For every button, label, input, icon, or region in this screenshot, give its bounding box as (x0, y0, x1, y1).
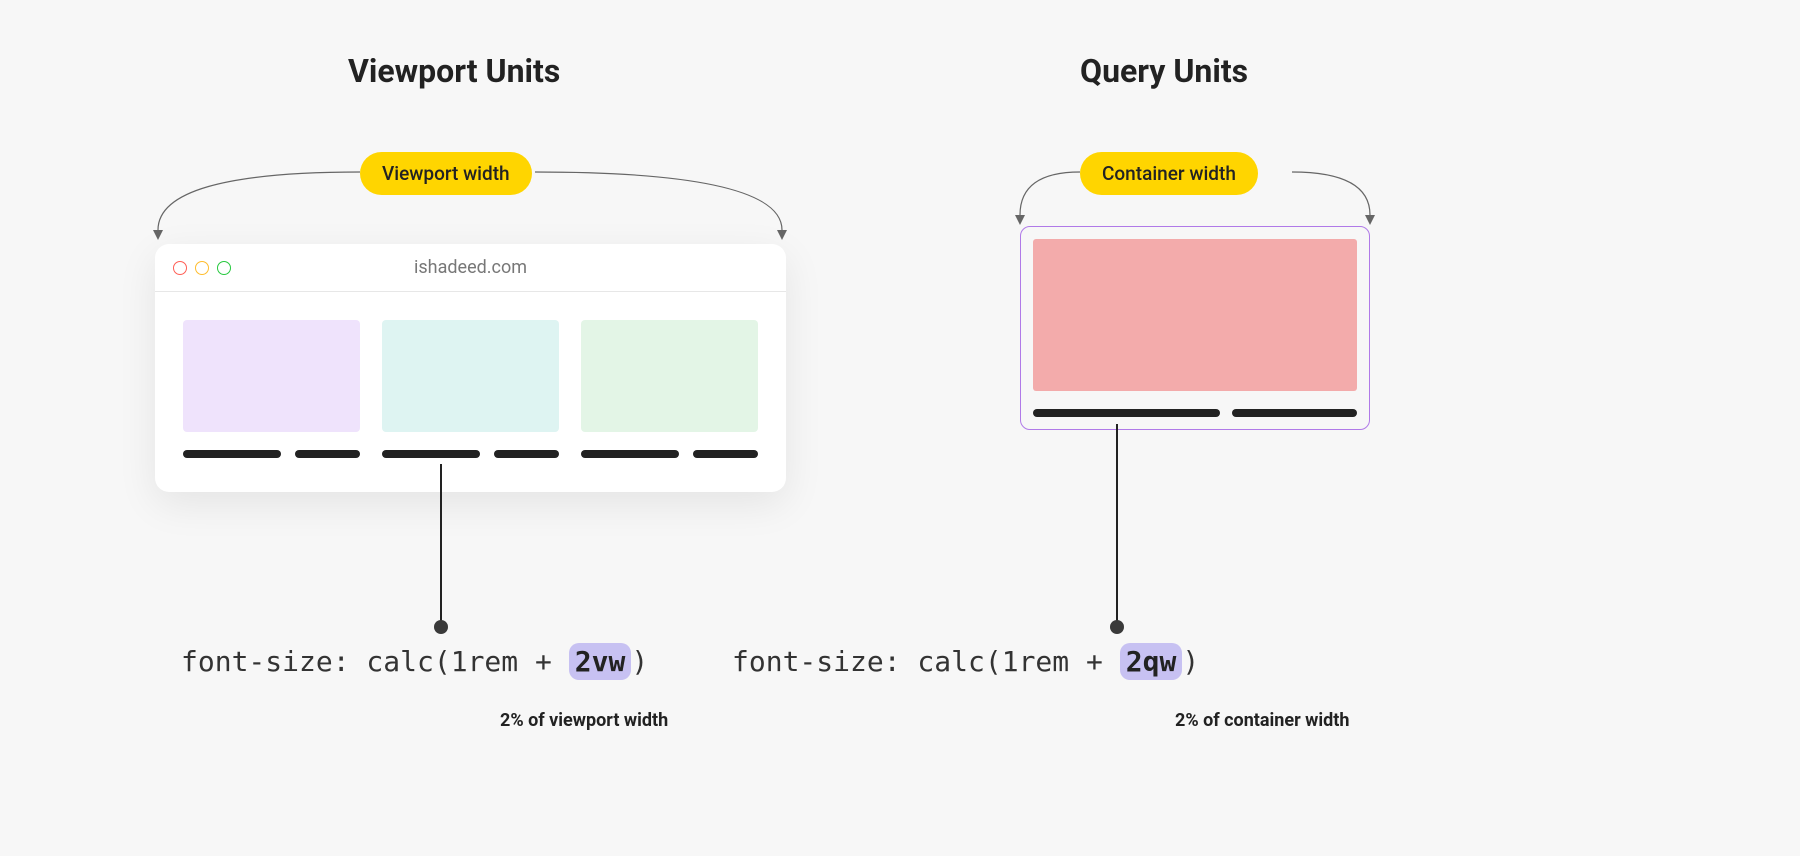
code-snippet-query: font-size: calc(1rem + 2qw) (732, 645, 1199, 678)
connector-dot-left (434, 620, 448, 634)
text-line (494, 450, 559, 458)
minimize-icon (195, 261, 209, 275)
code-before: font-size: calc(1rem + (181, 645, 569, 678)
card-lines (382, 450, 559, 458)
caption-query: 2% of container width (1175, 710, 1349, 731)
card-item (382, 320, 559, 458)
code-after: ) (631, 645, 648, 678)
query-units-title: Query Units (1080, 52, 1248, 90)
text-line (581, 450, 679, 458)
text-line (1033, 409, 1220, 417)
card-thumbnail (382, 320, 559, 432)
text-line (295, 450, 360, 458)
card-item (183, 320, 360, 458)
connector-dot-right (1110, 620, 1124, 634)
maximize-icon (217, 261, 231, 275)
code-highlight-vw: 2vw (569, 643, 632, 680)
card-row (155, 292, 786, 492)
code-highlight-qw: 2qw (1120, 643, 1183, 680)
traffic-lights (173, 261, 231, 275)
code-before: font-size: calc(1rem + (732, 645, 1120, 678)
code-snippet-viewport: font-size: calc(1rem + 2vw) (181, 645, 648, 678)
container-image (1033, 239, 1357, 391)
container-width-label: Container width (1080, 152, 1258, 195)
text-line (382, 450, 480, 458)
text-line (1232, 409, 1357, 417)
container-lines (1033, 409, 1357, 417)
connector-line-right (1116, 424, 1118, 624)
browser-titlebar: ishadeed.com (155, 244, 786, 292)
viewport-units-title: Viewport Units (348, 52, 560, 90)
text-line (183, 450, 281, 458)
browser-window: ishadeed.com (155, 244, 786, 492)
text-line (693, 450, 758, 458)
card-lines (183, 450, 360, 458)
code-after: ) (1182, 645, 1199, 678)
close-icon (173, 261, 187, 275)
card-lines (581, 450, 758, 458)
browser-url: ishadeed.com (414, 257, 527, 278)
query-container (1020, 226, 1370, 430)
card-thumbnail (581, 320, 758, 432)
connector-line-left (440, 464, 442, 624)
card-thumbnail (183, 320, 360, 432)
caption-viewport: 2% of viewport width (500, 710, 668, 731)
viewport-width-label: Viewport width (360, 152, 532, 195)
card-item (581, 320, 758, 458)
